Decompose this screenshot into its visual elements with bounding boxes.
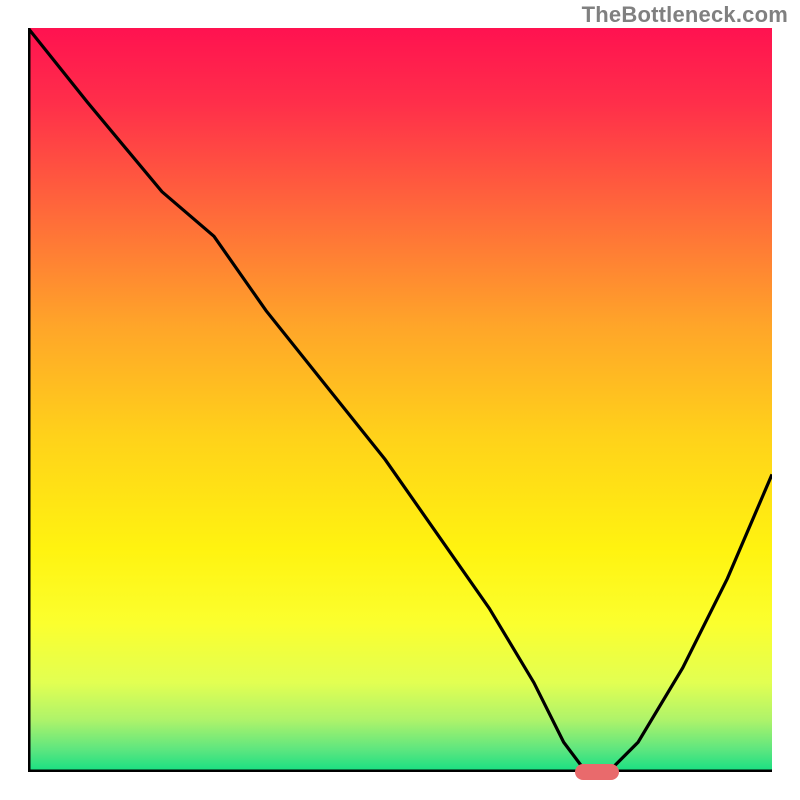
gradient-background (28, 28, 772, 772)
plot-area (28, 28, 772, 772)
watermark-text: TheBottleneck.com (582, 2, 788, 28)
chart-container: TheBottleneck.com (0, 0, 800, 800)
